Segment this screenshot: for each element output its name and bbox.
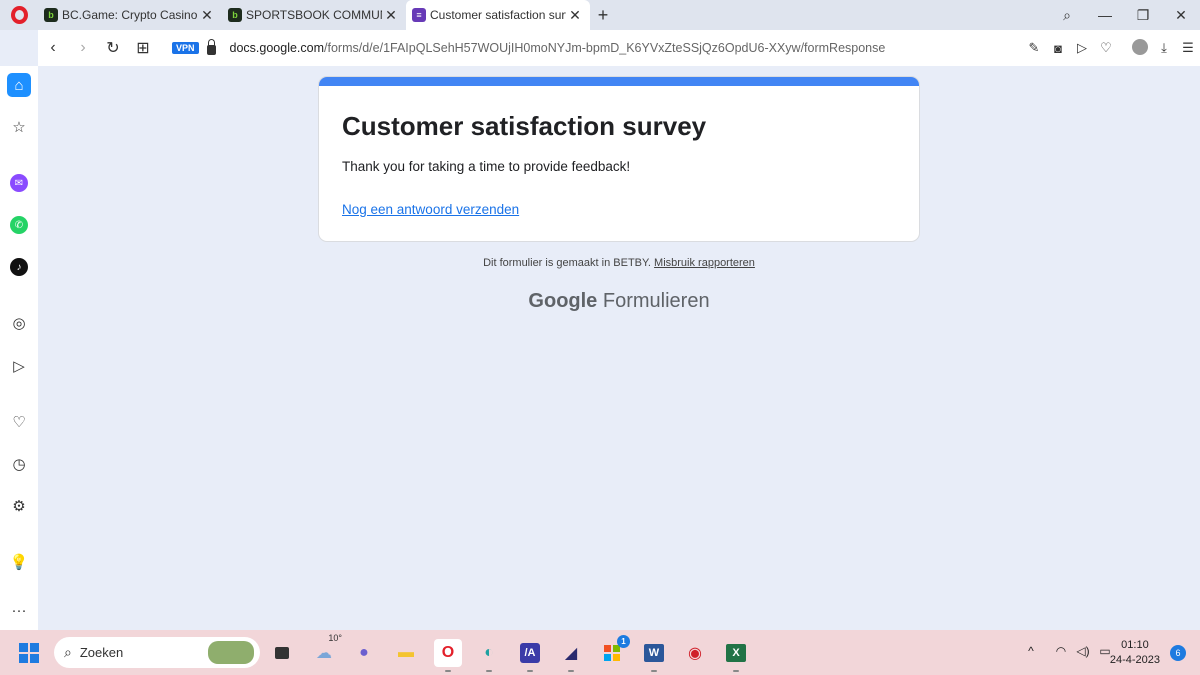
url-host: docs.google.com — [229, 41, 325, 55]
tab-customer-survey[interactable]: ≡ Customer satisfaction surve ✕ — [406, 0, 590, 30]
address-bar: ‹ › ↻ ⊞ VPN docs.google.com/forms/d/e/1F… — [38, 30, 1200, 66]
tab-title: SPORTSBOOK COMMUNIT — [246, 8, 382, 22]
lock-icon[interactable] — [206, 39, 216, 55]
submit-another-response-link[interactable]: Nog een antwoord verzenden — [342, 202, 519, 217]
sidebar: ⌂ ☆ ✉ ✆ ♪ ◎ ▷ ♡ ◷ ⚙ 💡 ··· — [0, 66, 38, 630]
tiktok-icon[interactable]: ♪ — [7, 255, 31, 279]
windows-taskbar: ⌕ Zoeken ☁ 10° ● ▬ O ◐ /A ◢ 1 W ◉ X ^ ◠ … — [0, 630, 1200, 675]
edge-icon[interactable]: ◐ — [475, 639, 503, 672]
form-footer-note: Dit formulier is gemaakt in BETBY. Misbr… — [38, 257, 1200, 269]
form-confirmation-card: Customer satisfaction survey Thank you f… — [319, 77, 919, 241]
bc-game-icon: b — [228, 8, 242, 22]
player-icon[interactable]: ◎ — [7, 311, 31, 335]
task-view-icon[interactable] — [268, 639, 296, 667]
url-field[interactable]: docs.google.com/forms/d/e/1FAIpQLSehH57W… — [230, 41, 1022, 55]
tab-title: BC.Game: Crypto Casino Ga — [62, 8, 198, 22]
window-controls: ⌕ — ❐ ✕ — [1048, 0, 1200, 30]
easy-setup-icon[interactable]: ✎ — [1022, 40, 1046, 56]
notification-count-badge[interactable]: 6 — [1170, 645, 1186, 661]
word-icon[interactable]: W — [640, 639, 668, 672]
send-icon[interactable]: ▷ — [7, 354, 31, 378]
opera-menu-button[interactable] — [0, 0, 38, 30]
tiktok-logo-icon: ♪ — [10, 258, 28, 276]
trading-app-icon[interactable]: ◢ — [557, 639, 585, 672]
close-tab-icon[interactable]: ✕ — [382, 7, 400, 24]
tab-title: Customer satisfaction surve — [430, 8, 566, 22]
minimize-button[interactable]: — — [1086, 7, 1124, 23]
easy-setup-sliders-icon[interactable]: ☰ — [1176, 40, 1200, 56]
more-icon[interactable]: ··· — [7, 598, 31, 622]
clock-time: 01:10 — [1121, 639, 1149, 651]
url-path: /forms/d/e/1FAIpQLSehH57WOUjIH0moNYJm-bp… — [324, 41, 886, 55]
back-button[interactable]: ‹ — [38, 39, 68, 57]
form-title: Customer satisfaction survey — [342, 111, 707, 141]
settings-gear-icon[interactable]: ⚙ — [7, 494, 31, 518]
chevron-up-icon[interactable]: ^ — [1020, 644, 1042, 658]
pinboard-icon[interactable]: ☆ — [7, 115, 31, 139]
download-icon[interactable]: ⤓ — [1152, 40, 1176, 56]
tab-bar: b BC.Game: Crypto Casino Ga ✕ b SPORTSBO… — [0, 0, 1200, 30]
reload-button[interactable]: ↻ — [98, 38, 128, 58]
heart-icon[interactable]: ♡ — [1094, 40, 1118, 56]
home-icon[interactable]: ⌂ — [7, 73, 31, 97]
store-badge: 1 — [617, 635, 630, 648]
lightbulb-icon[interactable]: 💡 — [7, 550, 31, 574]
search-placeholder: Zoeken — [79, 645, 124, 660]
ai-app-icon[interactable]: /A — [516, 639, 544, 672]
store-grid-icon — [604, 645, 620, 661]
widgets-weather-icon[interactable]: ☁ 10° — [310, 633, 342, 667]
whatsapp-icon[interactable]: ✆ — [7, 213, 31, 237]
forward-button[interactable]: › — [68, 39, 98, 57]
search-icon: ⌕ — [64, 644, 72, 660]
close-tab-icon[interactable]: ✕ — [198, 7, 216, 24]
tab-sportsbook[interactable]: b SPORTSBOOK COMMUNIT ✕ — [222, 0, 406, 30]
bc-game-icon: b — [44, 8, 58, 22]
form-accent-bar — [319, 77, 919, 86]
antivirus-icon[interactable]: ◉ — [681, 639, 709, 667]
snapshot-icon[interactable]: ◙ — [1046, 41, 1070, 56]
wifi-icon[interactable]: ◠ — [1050, 644, 1072, 658]
windows-start-icon[interactable] — [19, 643, 39, 663]
bookmarks-heart-icon[interactable]: ♡ — [7, 410, 31, 434]
report-abuse-link[interactable]: Misbruik rapporteren — [654, 257, 755, 269]
vpn-badge[interactable]: VPN — [172, 42, 199, 54]
google-forms-logo[interactable]: Google Formulieren — [38, 290, 1200, 313]
send-icon[interactable]: ▷ — [1070, 40, 1094, 56]
weather-cloud-icon: ☁ — [316, 645, 332, 662]
profile-icon[interactable] — [1128, 38, 1152, 58]
opera-logo-icon — [10, 6, 28, 24]
search-highlight-image — [208, 641, 254, 664]
close-tab-icon[interactable]: ✕ — [566, 7, 584, 24]
forms-wordmark: Formulieren — [602, 290, 710, 312]
maximize-button[interactable]: ❐ — [1124, 7, 1162, 24]
weather-temperature: 10° — [328, 633, 342, 643]
created-by-text: Dit formulier is gemaakt in BETBY. — [483, 257, 651, 269]
taskbar-clock[interactable]: 01:10 24-4-2023 — [1110, 638, 1160, 668]
tabs-overview-icon[interactable]: ⊞ — [128, 38, 158, 58]
whatsapp-logo-icon: ✆ — [10, 216, 28, 234]
opera-taskbar-icon[interactable]: O — [434, 639, 462, 672]
page-content: Customer satisfaction survey Thank you f… — [38, 66, 1200, 630]
taskbar-search[interactable]: ⌕ Zoeken — [54, 637, 260, 668]
microsoft-store-icon[interactable]: 1 — [598, 635, 630, 667]
file-explorer-icon[interactable]: ▬ — [392, 639, 420, 667]
avatar — [1132, 38, 1148, 55]
confirmation-message: Thank you for taking a time to provide f… — [342, 159, 631, 174]
messenger-icon[interactable]: ✉ — [7, 171, 31, 195]
close-window-button[interactable]: ✕ — [1162, 7, 1200, 24]
clock-date: 24-4-2023 — [1109, 654, 1160, 666]
messenger-logo-icon: ✉ — [10, 174, 28, 192]
volume-icon[interactable]: ◁) — [1072, 644, 1094, 658]
history-icon[interactable]: ◷ — [7, 452, 31, 476]
excel-icon[interactable]: X — [722, 639, 750, 672]
tab-bc-game[interactable]: b BC.Game: Crypto Casino Ga ✕ — [38, 0, 222, 30]
new-tab-button[interactable]: + — [590, 5, 616, 26]
google-forms-icon: ≡ — [412, 8, 426, 22]
google-wordmark: Google — [528, 290, 598, 312]
search-tabs-icon[interactable]: ⌕ — [1048, 7, 1086, 24]
teams-chat-icon[interactable]: ● — [350, 639, 378, 667]
address-bar-actions: ✎ ◙ ▷ ♡ ⤓ ☰ — [1022, 38, 1200, 58]
